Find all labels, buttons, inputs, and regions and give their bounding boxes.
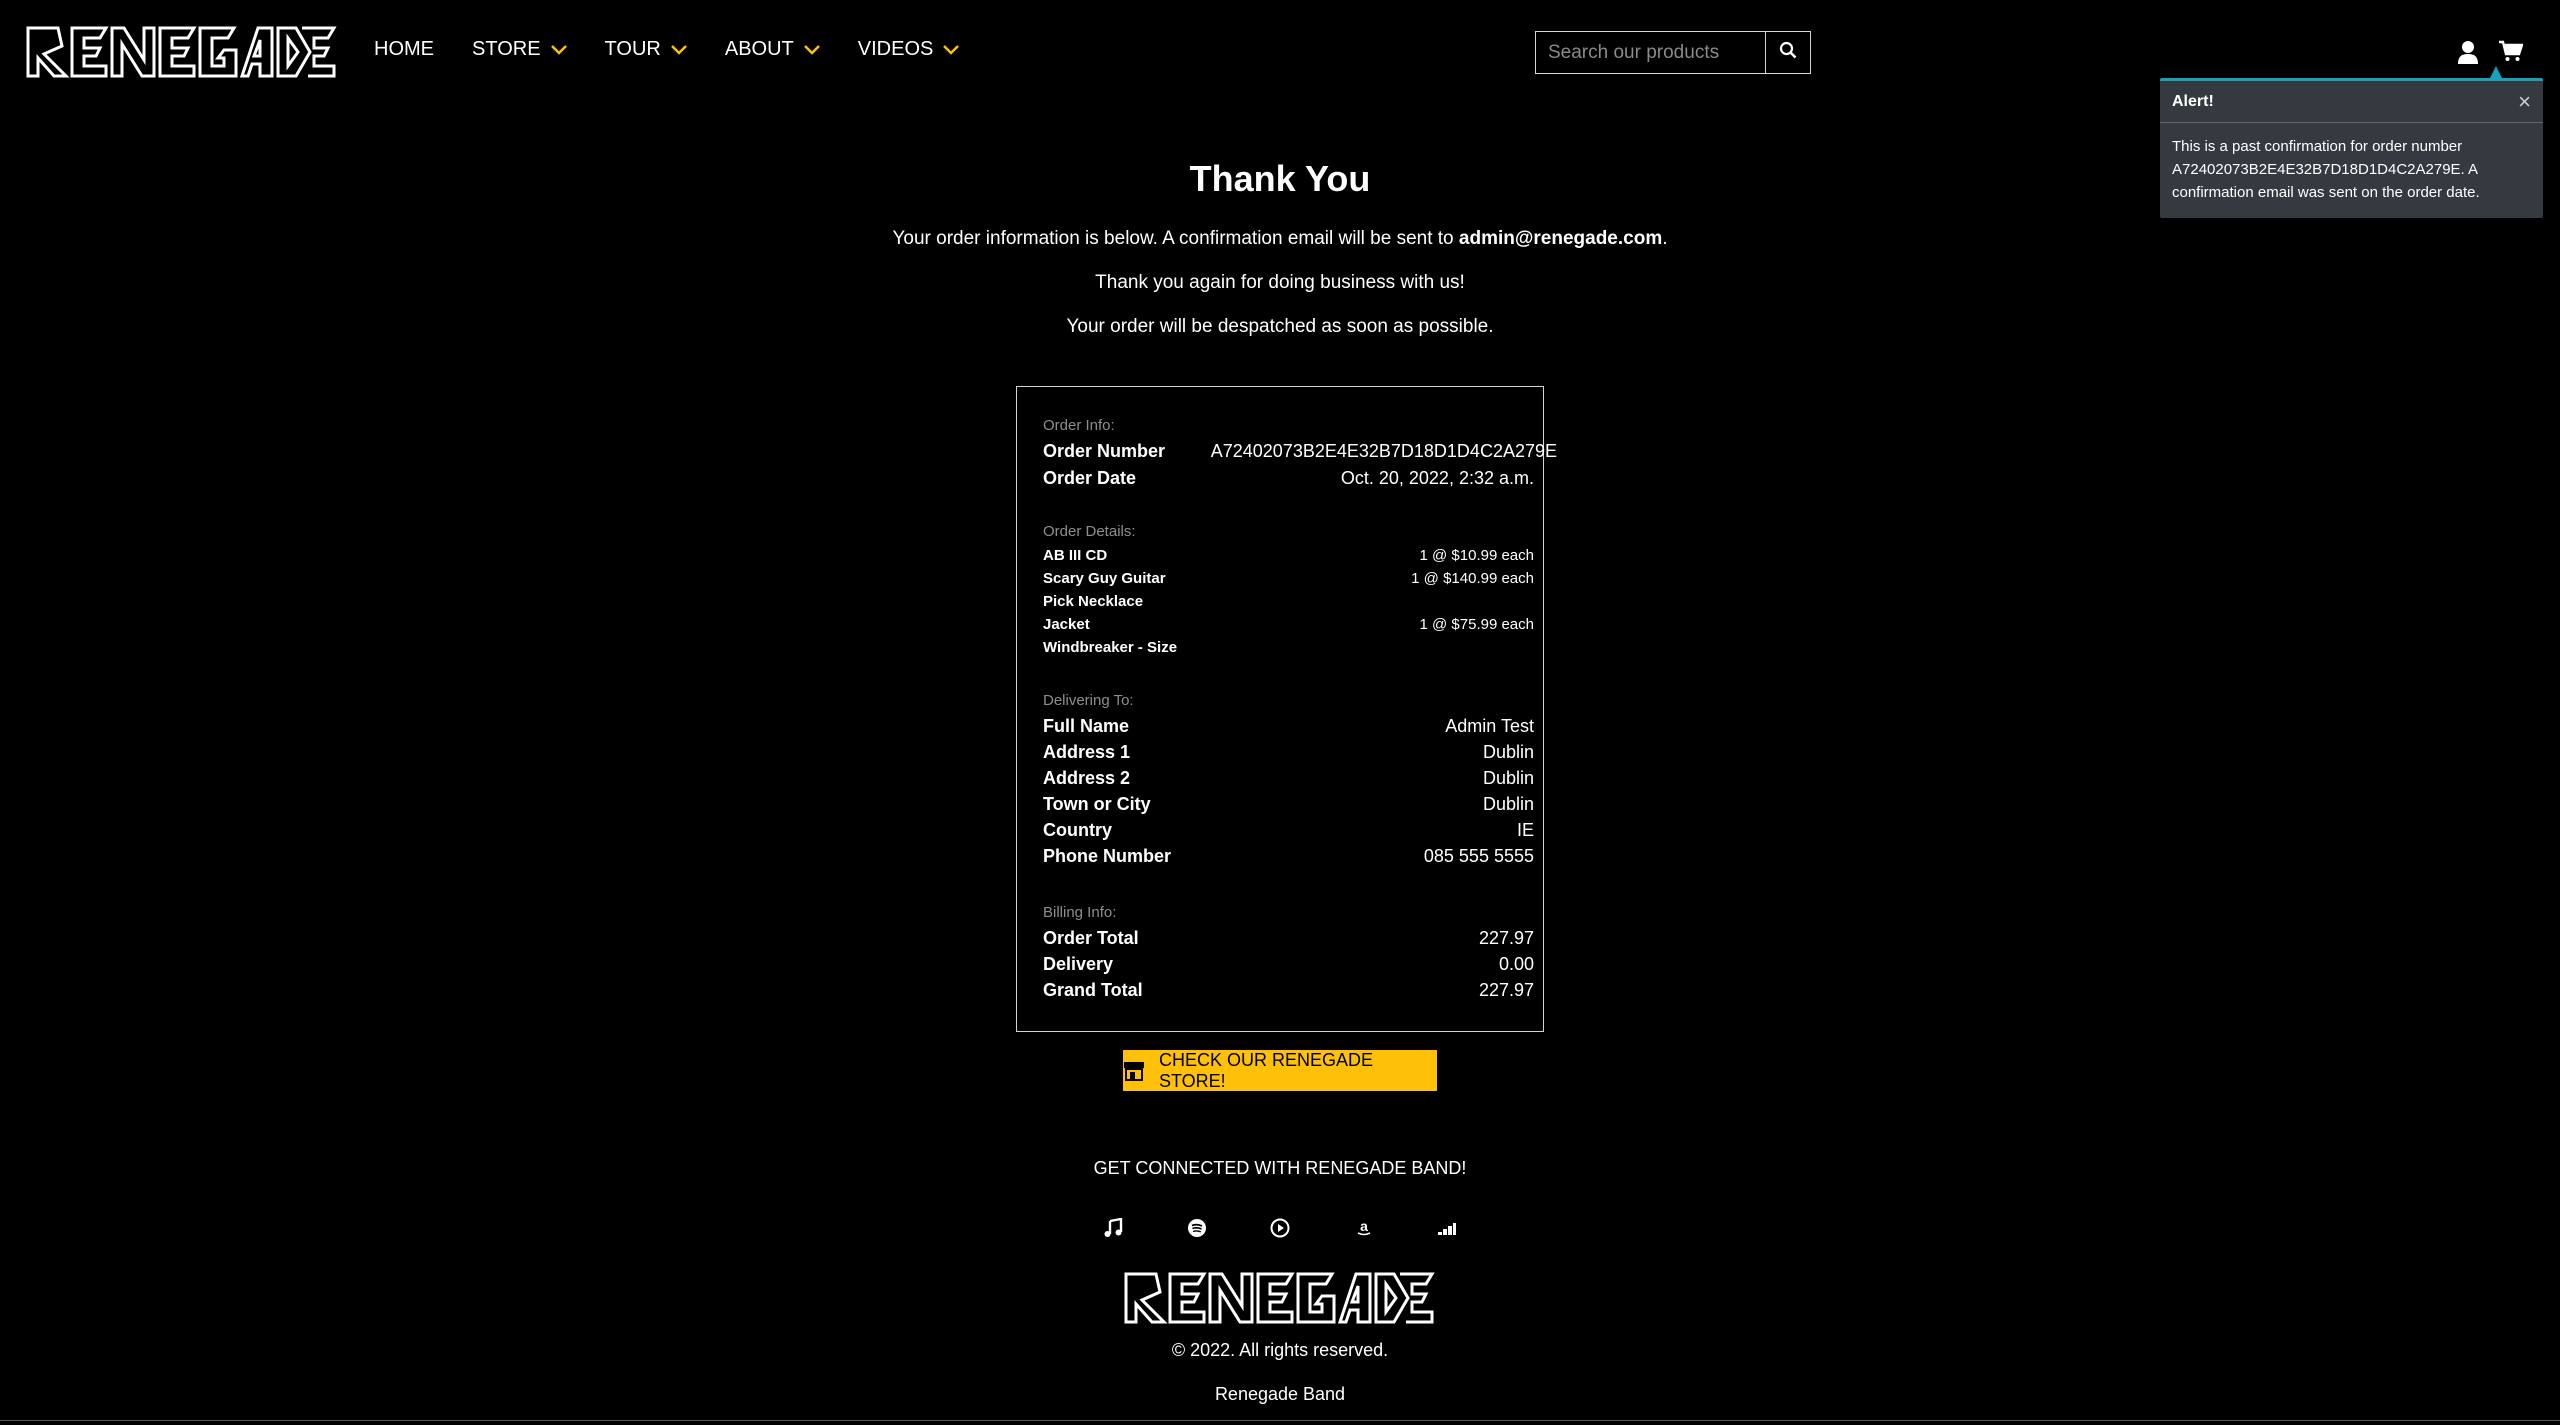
get-connected-heading: GET CONNECTED WITH RENEGADE BAND! <box>1093 1158 1467 1178</box>
order-info-label: Order Info: <box>1043 417 1115 434</box>
delivery-key: Address 1 <box>1043 742 1131 762</box>
confirmation-email: admin@renegade.com <box>1458 228 1663 249</box>
intro-text: Your order information is below. A confi… <box>892 228 1459 249</box>
search-button[interactable] <box>1765 31 1811 74</box>
bottom-divider <box>0 1420 2560 1421</box>
billing-key: Grand Total <box>1043 980 1143 1000</box>
order-date-row: Order Date Oct. 20, 2022, 2:32 a.m. <box>1043 468 1534 489</box>
chevron-down-icon <box>803 38 820 61</box>
delivery-value: Dublin <box>1482 768 1534 788</box>
order-item-row: Scary Guy Guitar 1 @ $140.99 each <box>1043 570 1534 587</box>
item-name-cont: Windbreaker - Size <box>1043 639 1178 656</box>
order-details-label: Order Details: <box>1043 523 1136 540</box>
billing-value: 227.97 <box>1478 928 1534 948</box>
delivery-value: Dublin <box>1482 742 1534 762</box>
nav-tour-label: TOUR <box>604 38 661 60</box>
main-nav: HOME STORE TOUR ABOUT VIDEOS <box>374 38 997 61</box>
search-bar <box>1535 31 1813 74</box>
order-number-value: A72402073B2E4E32B7D18D1D4C2A279E <box>1210 441 1557 461</box>
despatch-line: Your order will be despatched as soon as… <box>1066 316 1494 337</box>
thank-you-line: Thank you again for doing business with … <box>1095 272 1465 293</box>
nav-videos-label: VIDEOS <box>857 38 934 60</box>
social-links: a <box>1100 1215 1460 1241</box>
search-icon <box>1779 41 1797 64</box>
billing-row: Grand Total 227.97 <box>1043 980 1534 1001</box>
intro-suffix: . <box>1662 228 1668 249</box>
item-name: Jacket <box>1043 616 1090 633</box>
order-item-row-cont: Windbreaker - Size <box>1043 639 1534 656</box>
nav-about-label: ABOUT <box>724 38 794 60</box>
nav-store-label: STORE <box>472 38 541 60</box>
order-number-row: Order Number A72402073B2E4E32B7D18D1D4C2… <box>1043 441 1557 462</box>
item-qty: 1 @ $140.99 each <box>1411 570 1534 587</box>
billing-value: 227.97 <box>1478 980 1534 1000</box>
billing-info-label: Billing Info: <box>1043 904 1117 921</box>
check-store-button[interactable]: CHECK OUR RENEGADE STORE! <box>1123 1050 1437 1091</box>
close-icon[interactable]: × <box>2518 90 2531 113</box>
delivery-row: Town or City Dublin <box>1043 794 1534 815</box>
billing-value: 0.00 <box>1498 954 1534 974</box>
order-item-row: AB III CD 1 @ $10.99 each <box>1043 547 1534 564</box>
page-title: Thank You <box>1189 158 1371 199</box>
deezer-icon[interactable] <box>1434 1215 1460 1241</box>
delivery-value: Admin Test <box>1445 716 1534 736</box>
nav-home-label: HOME <box>374 38 434 60</box>
band-name: Renegade Band <box>1214 1384 1346 1404</box>
delivery-key: Country <box>1043 820 1112 840</box>
item-name: Scary Guy Guitar <box>1043 570 1166 587</box>
chevron-down-icon <box>670 38 687 61</box>
order-date-key: Order Date <box>1043 468 1137 488</box>
nav-store[interactable]: STORE <box>472 38 567 61</box>
delivery-value: 085 555 5555 <box>1423 846 1534 866</box>
check-store-label: CHECK OUR RENEGADE STORE! <box>1159 1049 1374 1091</box>
item-name: AB III CD <box>1043 547 1108 564</box>
store-icon <box>1123 1061 1145 1081</box>
order-item-row: Jacket 1 @ $75.99 each <box>1043 616 1534 633</box>
delivery-key: Full Name <box>1043 716 1130 736</box>
amazon-icon[interactable]: a <box>1351 1215 1377 1241</box>
nav-tour[interactable]: TOUR <box>605 38 687 61</box>
renegade-logo[interactable] <box>24 22 338 87</box>
delivery-value: IE <box>1516 820 1534 840</box>
billing-row: Order Total 227.97 <box>1043 928 1534 949</box>
order-summary-card: Order Info: Order Number A72402073B2E4E3… <box>1016 386 1557 1032</box>
delivery-key: Phone Number <box>1043 846 1172 866</box>
cart-icon[interactable] <box>2499 40 2524 67</box>
user-account-icon[interactable] <box>2457 40 2479 69</box>
play-circle-icon[interactable] <box>1267 1215 1293 1241</box>
search-input[interactable] <box>1535 31 1765 74</box>
delivery-value: Dublin <box>1482 794 1534 814</box>
delivery-key: Address 2 <box>1043 768 1131 788</box>
order-number-key: Order Number <box>1043 441 1166 461</box>
toast-arrow <box>2490 66 2502 78</box>
copyright-text: © 2022. All rights reserved. <box>1171 1340 1389 1360</box>
item-qty: 1 @ $75.99 each <box>1419 616 1534 633</box>
order-info-intro: Your order information is below. A confi… <box>0 228 2560 250</box>
chevron-down-icon <box>943 38 960 61</box>
delivery-row: Address 1 Dublin <box>1043 742 1534 763</box>
music-note-icon[interactable] <box>1100 1215 1126 1241</box>
alert-header: Alert! × <box>2160 81 2543 123</box>
billing-key: Delivery <box>1043 954 1114 974</box>
delivery-row: Country IE <box>1043 820 1534 841</box>
alert-title: Alert! <box>2172 92 2214 110</box>
footer-renegade-logo <box>1122 1268 1436 1333</box>
delivery-row: Full Name Admin Test <box>1043 716 1534 737</box>
item-name-cont: Pick Necklace <box>1043 593 1144 610</box>
delivery-key: Town or City <box>1043 794 1151 814</box>
svg-text:a: a <box>1360 1218 1368 1234</box>
item-qty: 1 @ $10.99 each <box>1419 547 1534 564</box>
billing-key: Order Total <box>1043 928 1139 948</box>
billing-row: Delivery 0.00 <box>1043 954 1534 975</box>
spotify-icon[interactable] <box>1184 1215 1210 1241</box>
chevron-down-icon <box>550 38 567 61</box>
delivery-row: Phone Number 085 555 5555 <box>1043 846 1534 867</box>
nav-videos[interactable]: VIDEOS <box>858 38 960 61</box>
delivery-row: Address 2 Dublin <box>1043 768 1534 789</box>
delivering-to-label: Delivering To: <box>1043 692 1134 709</box>
order-date-value: Oct. 20, 2022, 2:32 a.m. <box>1340 468 1534 488</box>
nav-about[interactable]: ABOUT <box>725 38 820 61</box>
nav-home[interactable]: HOME <box>374 38 434 61</box>
order-item-row-cont: Pick Necklace <box>1043 593 1534 610</box>
